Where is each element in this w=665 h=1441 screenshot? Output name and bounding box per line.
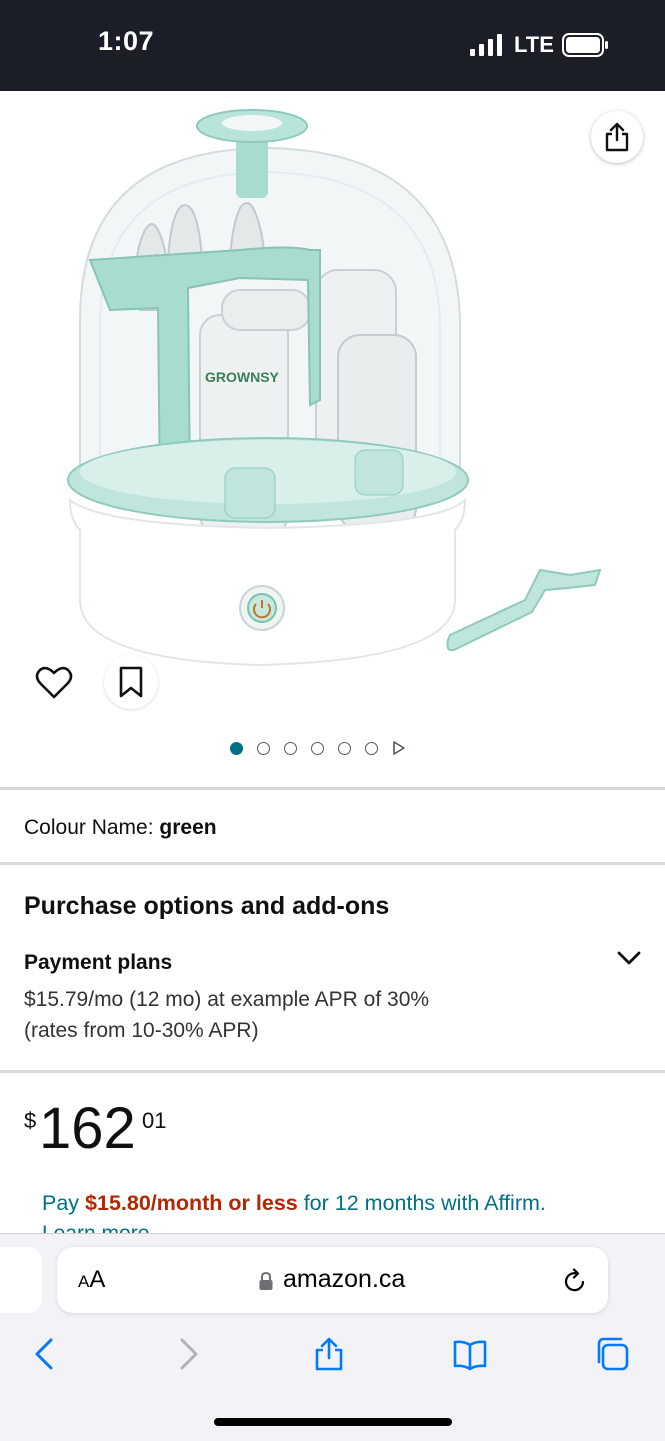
purchase-options-title: Purchase options and add-ons: [24, 892, 390, 920]
carousel-dot[interactable]: [284, 741, 297, 755]
price-whole: 162: [39, 1096, 136, 1161]
heart-icon: [35, 666, 73, 699]
share-button[interactable]: [591, 111, 643, 163]
chevron-down-icon[interactable]: [614, 946, 644, 970]
wishlist-button[interactable]: [27, 655, 81, 709]
bookmarks-icon[interactable]: [452, 1336, 488, 1372]
previous-tab-preview[interactable]: [0, 1247, 42, 1313]
reload-icon[interactable]: [562, 1267, 588, 1295]
affirm-prefix: Pay: [42, 1191, 86, 1215]
payment-plan-detail: $15.79/mo (12 mo) at example APR of 30%: [24, 988, 430, 1011]
url-text[interactable]: amazon.ca: [283, 1265, 405, 1294]
share-icon[interactable]: [311, 1336, 347, 1372]
forward-icon[interactable]: [170, 1336, 206, 1372]
carousel-dot[interactable]: [311, 741, 324, 755]
page-settings-button[interactable]: AA: [78, 1266, 105, 1294]
signal-icon: [470, 34, 502, 56]
carousel-dot[interactable]: [257, 741, 270, 755]
price-currency: $: [24, 1108, 37, 1133]
carousel-dot[interactable]: [338, 741, 351, 755]
brand-logo-text: GROWNSY: [205, 369, 280, 385]
status-time: 1:07: [98, 26, 155, 56]
battery-icon: [562, 33, 608, 57]
affirm-amount: $15.80/month or less: [85, 1191, 298, 1215]
image-carousel-dots[interactable]: [230, 737, 406, 759]
product-image[interactable]: GROWNSY: [40, 100, 630, 700]
carousel-dot[interactable]: [230, 741, 243, 755]
payment-plans-title[interactable]: Payment plans: [24, 951, 172, 975]
tabs-icon[interactable]: [594, 1336, 630, 1372]
status-bar: 1:07 LTE: [0, 0, 665, 91]
carousel-dot[interactable]: [365, 741, 378, 755]
back-icon[interactable]: [27, 1336, 63, 1372]
lock-icon: [259, 1271, 273, 1290]
share-icon: [605, 122, 629, 152]
affirm-offer[interactable]: Pay $15.80/month or less for 12 months w…: [42, 1191, 546, 1216]
colour-value: green: [159, 816, 217, 839]
divider: [0, 787, 665, 790]
learn-more-link[interactable]: Learn more: [42, 1222, 149, 1233]
divider: [0, 1070, 665, 1073]
network-label: LTE: [514, 32, 554, 57]
colour-label: Colour Name:: [24, 816, 154, 839]
save-for-later-button[interactable]: [104, 655, 158, 709]
price-fraction: 01: [142, 1108, 167, 1133]
bookmark-icon: [119, 666, 143, 698]
colour-selection: Colour Name: green: [24, 816, 217, 840]
divider: [0, 862, 665, 865]
play-video-icon[interactable]: [392, 741, 406, 755]
home-indicator[interactable]: [214, 1418, 452, 1426]
payment-plan-rates: (rates from 10-30% APR): [24, 1019, 259, 1042]
affirm-suffix: for 12 months with Affirm.: [297, 1191, 546, 1215]
